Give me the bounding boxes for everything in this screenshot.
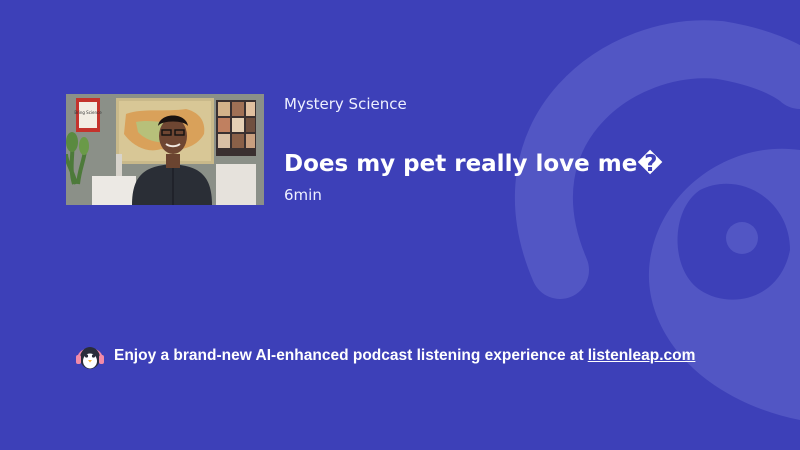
poster-text: Bring Science [74, 110, 102, 115]
episode-card[interactable]: Bring Science Mystery Science Does my pe… [66, 94, 746, 206]
episode-thumbnail[interactable]: Bring Science [66, 94, 264, 205]
thumbnail-image: Bring Science [66, 94, 264, 205]
episode-title[interactable]: Does my pet really love me� [284, 149, 663, 179]
watermark-logo-icon [514, 20, 800, 420]
listenleap-link[interactable]: listenleap.com [588, 347, 696, 365]
show-name[interactable]: Mystery Science [284, 94, 407, 114]
promo-text: Enjoy a brand-new AI-enhanced podcast li… [114, 347, 584, 364]
episode-duration: 6min [284, 186, 322, 204]
promo-banner: Enjoy a brand-new AI-enhanced podcast li… [75, 342, 695, 370]
penguin-headphones-icon [76, 347, 104, 369]
